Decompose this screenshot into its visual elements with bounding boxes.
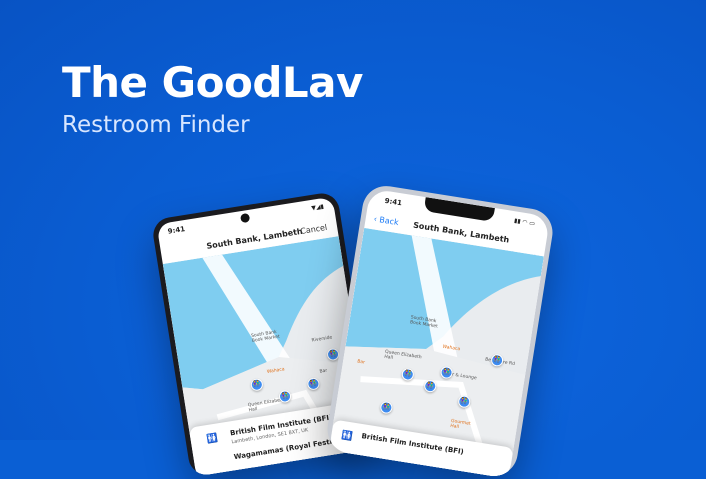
back-label: Back xyxy=(378,215,400,228)
hero-title: The GoodLav xyxy=(62,58,363,107)
iphone-label-bar: Bar xyxy=(356,359,366,366)
signal-battery-icon: ▮▮ ◠ ▭ xyxy=(513,217,536,228)
back-button[interactable]: ‹ Back xyxy=(373,214,399,227)
signal-battery-icon: ▼◢▮ xyxy=(310,203,325,212)
iphone-time: 9:41 xyxy=(384,196,403,208)
iphone-map[interactable]: South Bank Book Market Bar Wahaca Queen … xyxy=(328,227,544,479)
android-cancel-button[interactable]: Cancel xyxy=(300,223,328,236)
toilet-icon: 🚻 xyxy=(206,433,219,446)
iphone-screen: 9:41 ▮▮ ◠ ▭ ‹ Back South Bank, Lambeth C… xyxy=(328,188,551,479)
hero-subtitle: Restroom Finder xyxy=(62,112,250,138)
camera-icon xyxy=(239,212,251,224)
toilet-icon: 🚻 xyxy=(340,430,354,443)
android-time: 9:41 xyxy=(167,225,186,236)
chevron-left-icon: ‹ xyxy=(373,214,378,224)
